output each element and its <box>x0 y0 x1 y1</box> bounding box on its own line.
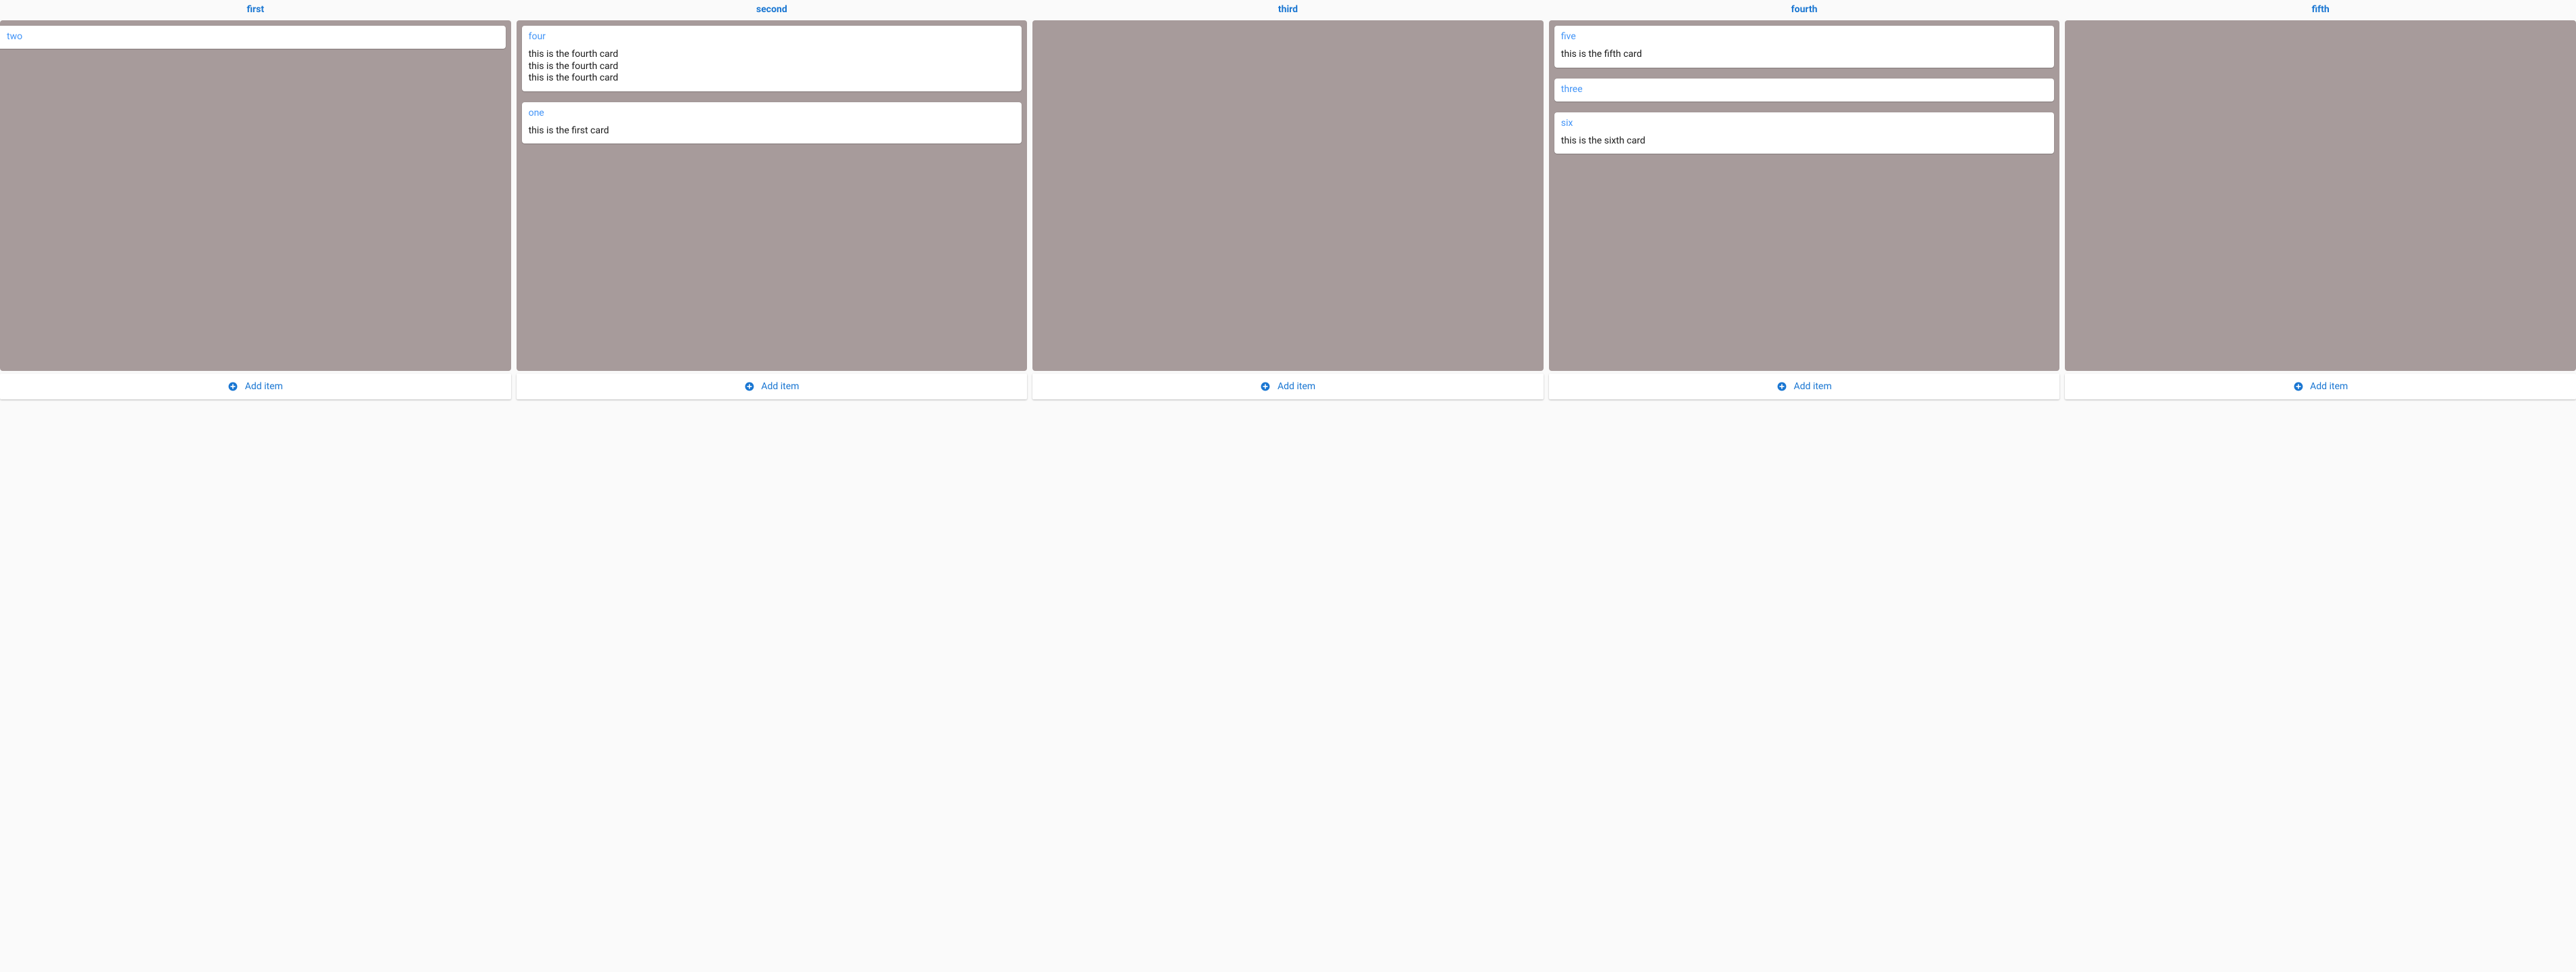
add-item-button[interactable]: Add item <box>1549 374 2060 399</box>
card-title: six <box>1561 118 2048 129</box>
card[interactable]: five this is the fifth card <box>1554 26 2055 68</box>
column-first: first two Add item <box>0 0 511 399</box>
column-body[interactable]: two <box>0 20 511 371</box>
column-second: second four this is the fourth card this… <box>517 0 1028 399</box>
add-item-label: Add item <box>2310 381 2348 392</box>
plus-circle-icon <box>1777 382 1787 392</box>
add-item-label: Add item <box>761 381 799 392</box>
column-fifth: fifth Add item <box>2065 0 2576 399</box>
column-fourth: fourth five this is the fifth card three… <box>1549 0 2060 399</box>
card-body: this is the fifth card <box>1561 49 2048 61</box>
card[interactable]: three <box>1554 79 2055 102</box>
plus-circle-icon <box>1261 382 1271 392</box>
column-header[interactable]: third <box>1032 0 1544 20</box>
column-header[interactable]: fourth <box>1549 0 2060 20</box>
card-title: three <box>1561 84 2048 95</box>
card-title: five <box>1561 31 2048 42</box>
card-title: two <box>7 31 499 42</box>
column-third: third Add item <box>1032 0 1544 399</box>
column-header[interactable]: second <box>517 0 1028 20</box>
plus-circle-icon <box>2293 382 2303 392</box>
add-item-label: Add item <box>245 381 283 392</box>
add-item-button[interactable]: Add item <box>0 374 511 399</box>
add-item-label: Add item <box>1278 381 1315 392</box>
plus-circle-icon <box>228 382 238 392</box>
card-title: four <box>529 31 1016 42</box>
column-body[interactable]: five this is the fifth card three six th… <box>1549 20 2060 371</box>
kanban-board: first two Add item second four this is t… <box>0 0 2576 399</box>
card[interactable]: one this is the first card <box>522 102 1022 144</box>
column-header[interactable]: first <box>0 0 511 20</box>
add-item-button[interactable]: Add item <box>1032 374 1544 399</box>
add-item-button[interactable]: Add item <box>517 374 1028 399</box>
card-body: this is the fourth card this is the four… <box>529 49 1016 85</box>
card-title: one <box>529 108 1016 118</box>
column-body[interactable] <box>1032 20 1544 371</box>
column-body[interactable]: four this is the fourth card this is the… <box>517 20 1028 371</box>
card[interactable]: four this is the fourth card this is the… <box>522 26 1022 91</box>
card[interactable]: two <box>0 26 506 49</box>
column-body[interactable] <box>2065 20 2576 371</box>
card-body: this is the first card <box>529 125 1016 137</box>
plus-circle-icon <box>744 382 754 392</box>
add-item-button[interactable]: Add item <box>2065 374 2576 399</box>
column-header[interactable]: fifth <box>2065 0 2576 20</box>
card[interactable]: six this is the sixth card <box>1554 112 2055 154</box>
card-body: this is the sixth card <box>1561 135 2048 148</box>
add-item-label: Add item <box>1794 381 1832 392</box>
